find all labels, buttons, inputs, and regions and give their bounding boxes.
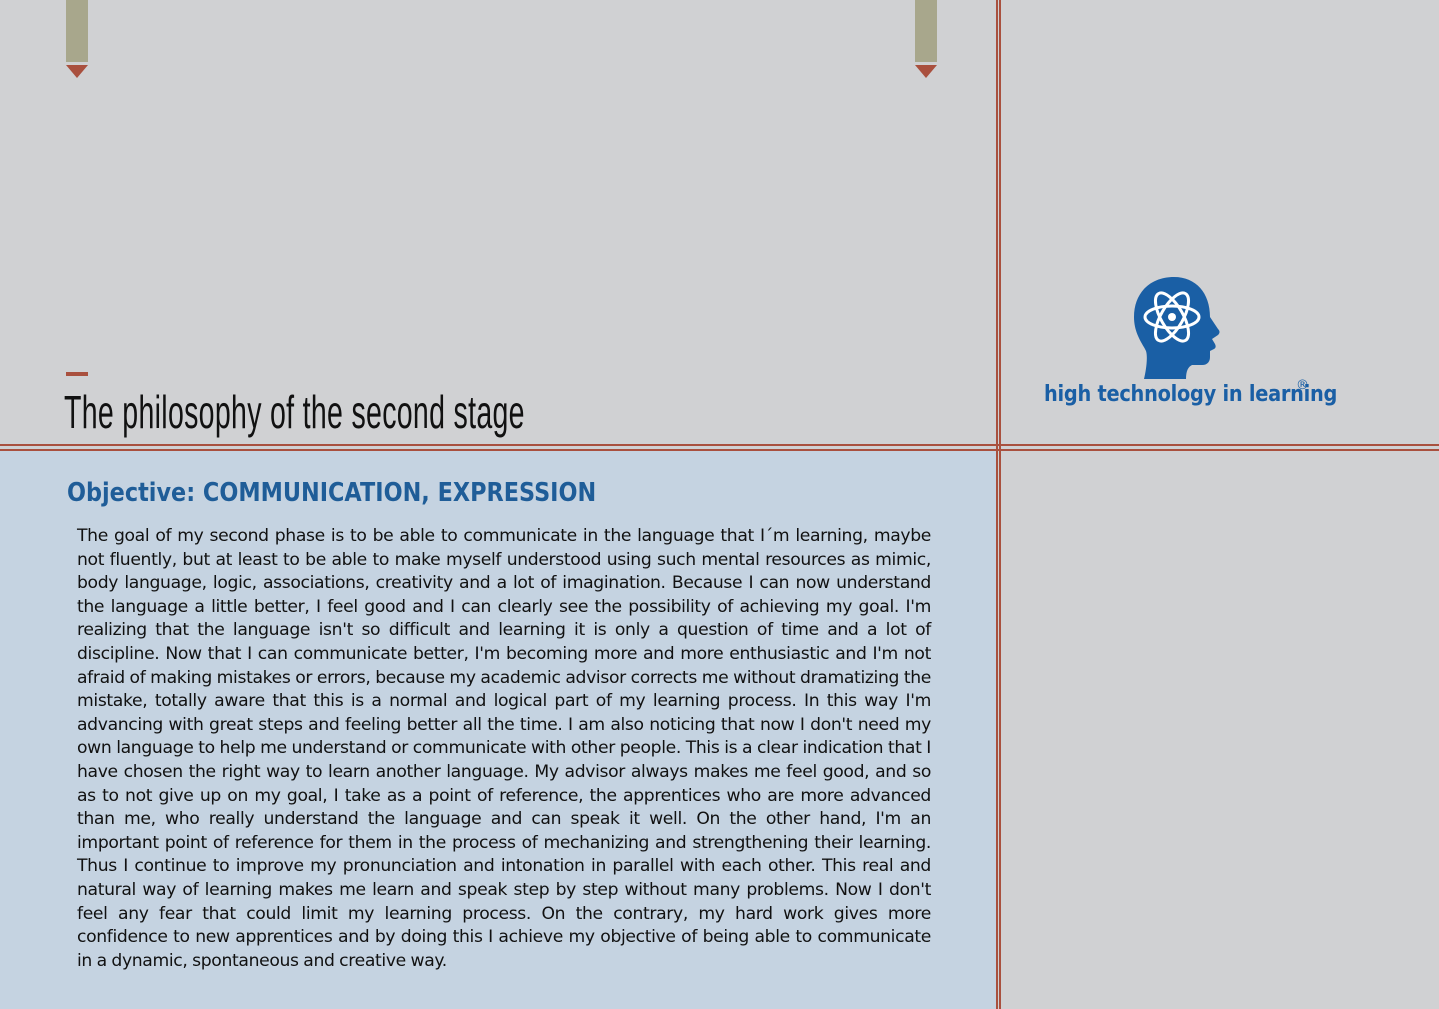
- bookmark-tab-right: [915, 0, 937, 78]
- logo-text: high technology in learning: [1044, 382, 1338, 407]
- header-panel: [0, 0, 996, 445]
- vertical-divider-left: [996, 0, 998, 1009]
- section-heading: Objective: COMMUNICATION, EXPRESSION: [67, 478, 597, 508]
- horizontal-divider-top: [0, 444, 1439, 446]
- page-title: The philosophy of the second stage: [64, 386, 525, 438]
- bookmark-tab-left: [66, 0, 88, 78]
- body-paragraph: The goal of my second phase is to be abl…: [77, 526, 931, 971]
- head-atom-icon: [1134, 277, 1220, 379]
- brand-logo: high technology in learning ®: [1040, 270, 1337, 420]
- side-panel: [1001, 451, 1439, 1009]
- registered-mark: ®: [1296, 378, 1309, 393]
- title-accent-dash: [66, 372, 88, 376]
- vertical-divider-right: [999, 0, 1001, 1009]
- horizontal-divider-bottom: [0, 449, 1439, 451]
